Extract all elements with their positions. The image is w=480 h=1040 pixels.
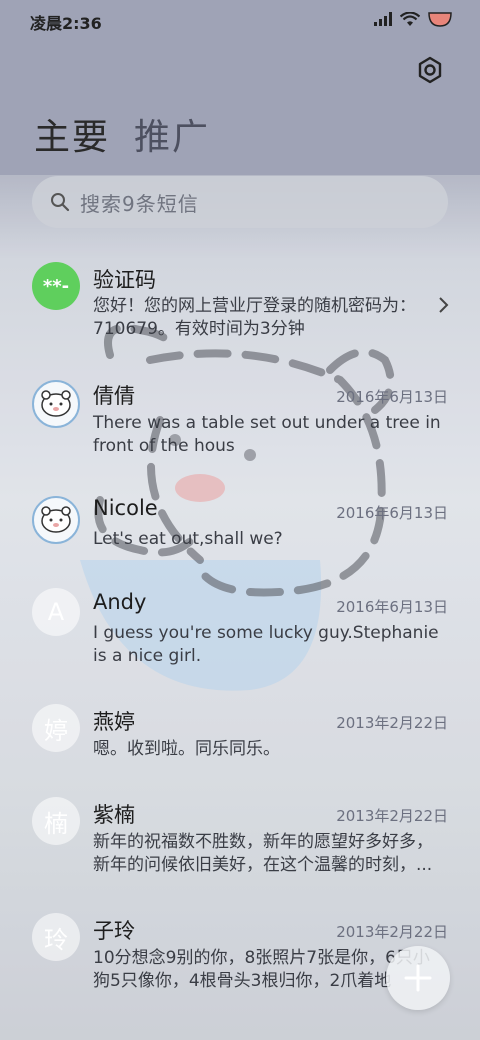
search-placeholder: 搜索9条短信	[80, 191, 199, 216]
status-icons	[374, 11, 452, 27]
conversation-item[interactable]: Nicole 2016年6月13日 Let's eat out,shall we…	[0, 494, 480, 574]
battery-icon	[428, 12, 452, 27]
conversation-item[interactable]: **- 验证码 您好！您的网上营业厅登录的随机密码为：710679。有效时间为3…	[0, 258, 480, 358]
avatar: 婷	[32, 704, 80, 752]
conversation-item[interactable]: A Andy 2016年6月13日 I guess you're some lu…	[0, 588, 480, 688]
status-bar: 凌晨2:36	[0, 0, 480, 42]
conversation-item[interactable]: 婷 燕婷 2013年2月22日 嗯。收到啦。同乐同乐。	[0, 704, 480, 784]
message-date: 2013年2月22日	[336, 714, 448, 732]
status-time: 凌晨2:36	[30, 14, 102, 33]
message-preview: There was a table set out under a tree i…	[93, 413, 441, 456]
conversation-item[interactable]: 楠 紫楠 2013年2月22日 新年的祝福数不胜数，新年的愿望好多好多，新年的问…	[0, 797, 480, 897]
bear-avatar-icon	[41, 390, 71, 417]
avatar: **-	[32, 262, 80, 310]
message-preview: Let's eat out,shall we?	[93, 529, 283, 549]
avatar: 楠	[32, 797, 80, 845]
message-preview: I guess you're some lucky guy.Stephanie …	[93, 623, 439, 666]
message-date: 2016年6月13日	[336, 504, 448, 522]
category-tabs: 主要 推广	[34, 108, 210, 160]
message-date: 2016年6月13日	[336, 598, 448, 616]
contact-name: 燕婷	[93, 710, 135, 734]
message-preview: 您好！您的网上营业厅登录的随机密码为：710679。有效时间为3分钟	[93, 296, 416, 339]
message-date: 2013年2月22日	[336, 807, 448, 825]
contact-name: 子玲	[93, 919, 135, 943]
contact-name: 验证码	[93, 268, 156, 292]
avatar	[32, 380, 80, 428]
avatar: 玲	[32, 913, 80, 961]
message-preview: 新年的祝福数不胜数，新年的愿望好多好多，新年的问候依旧美好，在这个温馨的时刻，.…	[93, 832, 433, 875]
tab-promotions[interactable]: 推广	[134, 108, 210, 160]
message-date: 2016年6月13日	[336, 388, 448, 406]
chevron-right-icon[interactable]	[436, 296, 450, 314]
avatar	[32, 496, 80, 544]
contact-name: Nicole	[93, 496, 158, 520]
contact-name: 倩倩	[93, 384, 135, 408]
compose-button[interactable]	[386, 946, 450, 1010]
message-date: 2013年2月22日	[336, 923, 448, 941]
message-preview: 嗯。收到啦。同乐同乐。	[93, 739, 280, 759]
contact-name: Andy	[93, 590, 147, 614]
contact-name: 紫楠	[93, 803, 135, 827]
gear-icon[interactable]	[416, 56, 444, 84]
avatar: A	[32, 588, 80, 636]
search-icon	[51, 193, 70, 212]
bear-avatar-icon	[41, 506, 71, 533]
conversation-item[interactable]: 倩倩 2016年6月13日 There was a table set out …	[0, 378, 480, 478]
wifi-icon	[400, 11, 420, 26]
tab-primary[interactable]: 主要	[34, 108, 110, 160]
signal-icon	[374, 12, 392, 26]
search-bar[interactable]: 搜索9条短信	[32, 176, 448, 228]
plus-icon	[404, 964, 432, 992]
